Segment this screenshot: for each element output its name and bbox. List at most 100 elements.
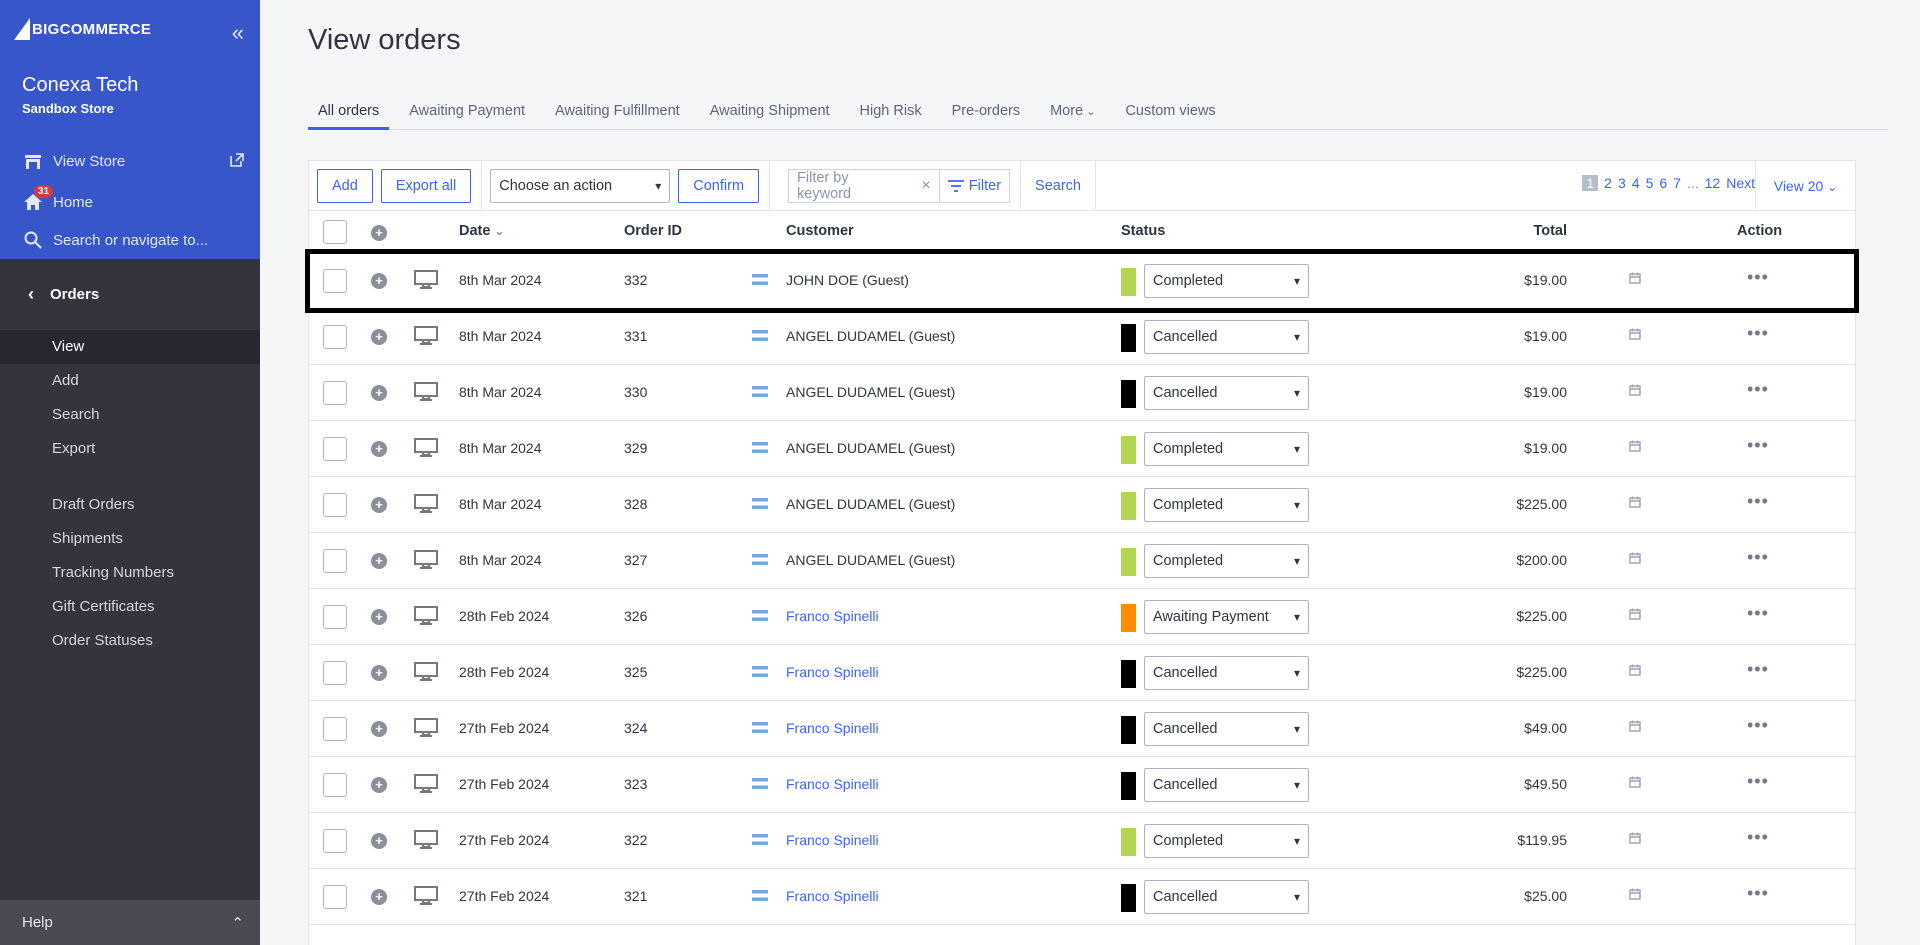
tab-high-risk[interactable]: High Risk [850,96,932,130]
page-12[interactable]: 12 [1705,175,1721,191]
calendar-icon[interactable] [1629,775,1641,791]
more-actions-icon[interactable]: ••• [1747,547,1769,568]
tab-all-orders[interactable]: All orders [308,96,390,130]
sidebar-item-export[interactable]: Export [0,432,260,466]
clear-icon[interactable]: × [913,177,938,195]
search-button[interactable]: Search [1020,160,1096,211]
more-actions-icon[interactable]: ••• [1747,323,1769,344]
help-toggle[interactable]: Help ⌃ [0,900,260,945]
order-id[interactable]: 327 [624,552,647,568]
status-select[interactable]: Cancelled ▾ [1144,320,1309,354]
keyword-filter[interactable]: Filter by keyword × Filter [788,168,1011,203]
status-select[interactable]: Cancelled ▾ [1144,712,1309,746]
sidebar-item-shipments[interactable]: Shipments [0,522,260,556]
more-actions-icon[interactable]: ••• [1747,827,1769,848]
page-2[interactable]: 2 [1604,175,1612,191]
more-actions-icon[interactable]: ••• [1747,659,1769,680]
table-row[interactable]: + 28th Feb 2024 326 Franco Spinelli Awai… [309,589,1855,645]
order-id[interactable]: 324 [624,720,647,736]
status-select[interactable]: Completed ▾ [1144,544,1309,578]
order-id[interactable]: 326 [624,608,647,624]
more-actions-icon[interactable]: ••• [1747,267,1769,288]
status-select[interactable]: Cancelled ▾ [1144,768,1309,802]
row-checkbox[interactable] [323,269,347,293]
table-row[interactable]: + 8th Mar 2024 330 ANGEL DUDAMEL (Guest)… [309,365,1855,421]
customer-name[interactable]: Franco Spinelli [786,888,879,904]
page-6[interactable]: 6 [1659,175,1667,191]
status-select[interactable]: Cancelled ▾ [1144,656,1309,690]
more-actions-icon[interactable]: ••• [1747,771,1769,792]
expand-row-icon[interactable]: + [371,385,387,401]
table-row[interactable]: + 8th Mar 2024 327 ANGEL DUDAMEL (Guest)… [309,533,1855,589]
table-row[interactable]: + 27th Feb 2024 323 Franco Spinelli Canc… [309,757,1855,813]
order-id[interactable]: 322 [624,832,647,848]
row-checkbox[interactable] [323,549,347,573]
calendar-icon[interactable] [1629,495,1641,511]
calendar-icon[interactable] [1629,327,1641,343]
more-actions-icon[interactable]: ••• [1747,379,1769,400]
status-select[interactable]: Cancelled ▾ [1144,880,1309,914]
sidebar-item-search[interactable]: Search [0,398,260,432]
home-link[interactable]: Home [22,193,93,211]
status-select[interactable]: Awaiting Payment ▾ [1144,600,1309,634]
collapse-sidebar-icon[interactable]: « [232,20,244,46]
table-row[interactable]: + 27th Feb 2024 324 Franco Spinelli Canc… [309,701,1855,757]
bulk-action-select[interactable]: Choose an action ▾ [490,168,671,203]
status-select[interactable]: Completed ▾ [1144,264,1309,298]
calendar-icon[interactable] [1629,887,1641,903]
order-id[interactable]: 329 [624,440,647,456]
table-row[interactable]: + 8th Mar 2024 328 ANGEL DUDAMEL (Guest)… [309,477,1855,533]
expand-row-icon[interactable]: + [371,441,387,457]
page-3[interactable]: 3 [1618,175,1626,191]
expand-row-icon[interactable]: + [371,889,387,905]
sidebar-item-draft-orders[interactable]: Draft Orders [0,488,260,522]
expand-all-icon[interactable]: + [371,225,387,241]
row-checkbox[interactable] [323,437,347,461]
customer-name[interactable]: Franco Spinelli [786,832,879,848]
tab-awaiting-shipment[interactable]: Awaiting Shipment [700,96,840,130]
expand-row-icon[interactable]: + [371,553,387,569]
tab-awaiting-fulfillment[interactable]: Awaiting Fulfillment [545,96,690,130]
view-store-link[interactable]: View Store [22,153,125,170]
add-order-button[interactable]: Add [317,168,373,203]
orders-section-header[interactable]: ‹ Orders [0,259,260,329]
page-1[interactable]: 1 [1582,175,1599,191]
more-actions-icon[interactable]: ••• [1747,715,1769,736]
status-select[interactable]: Completed ▾ [1144,432,1309,466]
expand-row-icon[interactable]: + [371,497,387,513]
order-id[interactable]: 331 [624,328,647,344]
row-checkbox[interactable] [323,829,347,853]
order-id[interactable]: 323 [624,776,647,792]
calendar-icon[interactable] [1629,551,1641,567]
customer-name[interactable]: Franco Spinelli [786,608,879,624]
row-checkbox[interactable] [323,885,347,909]
expand-row-icon[interactable]: + [371,273,387,289]
page-5[interactable]: 5 [1646,175,1654,191]
order-id[interactable]: 325 [624,664,647,680]
more-actions-icon[interactable]: ••• [1747,435,1769,456]
status-select[interactable]: Completed ▾ [1144,488,1309,522]
customer-name[interactable]: Franco Spinelli [786,776,879,792]
customer-name[interactable]: Franco Spinelli [786,664,879,680]
more-actions-icon[interactable]: ••• [1747,883,1769,904]
row-checkbox[interactable] [323,381,347,405]
next-page-link[interactable]: Next [1726,175,1755,191]
global-search[interactable]: Search or navigate to... [22,231,208,249]
row-checkbox[interactable] [323,717,347,741]
filter-input[interactable]: Filter by keyword [789,170,913,202]
page-4[interactable]: 4 [1632,175,1640,191]
order-id[interactable]: 332 [624,272,647,288]
table-row[interactable]: + 27th Feb 2024 322 Franco Spinelli Comp… [309,813,1855,869]
sidebar-item-gift-certificates[interactable]: Gift Certificates [0,590,260,624]
calendar-icon[interactable] [1629,383,1641,399]
row-checkbox[interactable] [323,605,347,629]
expand-row-icon[interactable]: + [371,721,387,737]
expand-row-icon[interactable]: + [371,777,387,793]
row-checkbox[interactable] [323,773,347,797]
tab-custom-views[interactable]: Custom views [1115,96,1225,130]
calendar-icon[interactable] [1629,607,1641,623]
customer-name[interactable]: Franco Spinelli [786,720,879,736]
expand-row-icon[interactable]: + [371,609,387,625]
table-row[interactable]: + 28th Feb 2024 325 Franco Spinelli Canc… [309,645,1855,701]
row-checkbox[interactable] [323,325,347,349]
